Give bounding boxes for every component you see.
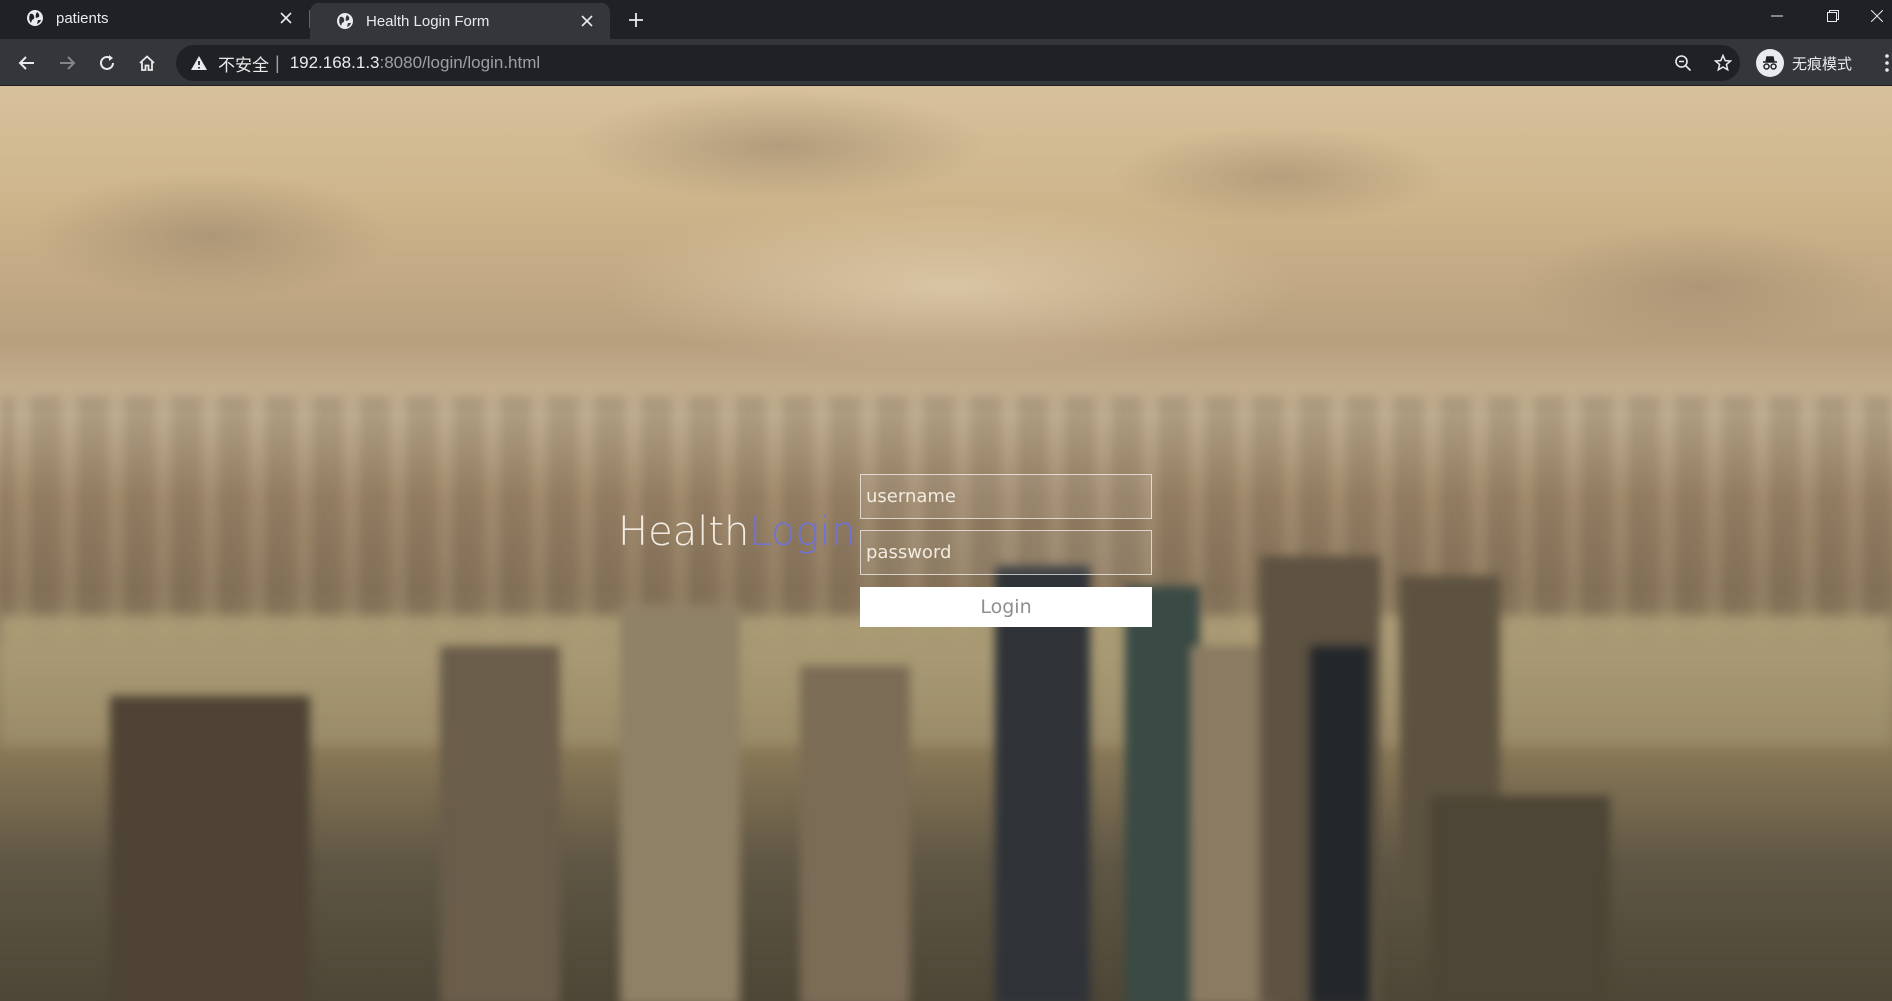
star-icon: [1714, 54, 1732, 72]
arrow-left-icon: [18, 56, 34, 70]
background-building: [1430, 796, 1610, 1001]
new-tab-button[interactable]: [622, 6, 650, 34]
zoom-button[interactable]: [1668, 48, 1698, 78]
minimize-button[interactable]: [1750, 0, 1804, 32]
reload-button[interactable]: [91, 47, 123, 79]
globe-icon: [27, 10, 43, 26]
reload-icon: [100, 55, 114, 70]
arrow-right-icon: [60, 56, 76, 70]
title-login: Login: [749, 509, 856, 555]
back-button[interactable]: [11, 47, 43, 79]
page-viewport: HealthLogin Login: [0, 86, 1892, 1001]
minimize-icon: [1771, 15, 1783, 17]
background-building: [620, 606, 740, 1001]
incognito-icon: [1756, 49, 1784, 77]
warning-icon: [191, 56, 207, 70]
bookmark-button[interactable]: [1708, 48, 1738, 78]
background-building: [995, 566, 1090, 1001]
close-window-button[interactable]: [1862, 0, 1892, 32]
background-building: [110, 696, 310, 1001]
tab-health-login-form[interactable]: Health Login Form: [310, 3, 610, 39]
incognito-label: 无痕模式: [1792, 54, 1853, 73]
globe-icon: [337, 13, 353, 29]
url-host: 192.168.1.3: [289, 53, 380, 72]
forward-button[interactable]: [51, 47, 83, 79]
restore-icon: [1827, 10, 1839, 22]
more-menu-icon[interactable]: [1882, 53, 1892, 73]
divider: |: [275, 52, 280, 73]
incognito-indicator[interactable]: 无痕模式: [1756, 45, 1852, 81]
background-building: [440, 646, 560, 1001]
background-building: [800, 666, 910, 1001]
tab-title: patients: [56, 9, 109, 27]
address-bar[interactable]: 不安全 | 192.168.1.3 :8080/login/login.html: [176, 45, 1740, 81]
home-button[interactable]: [131, 47, 163, 79]
tab-patients[interactable]: patients: [0, 0, 309, 36]
tab-strip: patients Health Login Form: [0, 0, 1892, 39]
plus-icon: [629, 13, 643, 27]
username-input[interactable]: [860, 474, 1152, 519]
password-input[interactable]: [860, 530, 1152, 575]
close-tab-icon[interactable]: [576, 10, 598, 32]
restore-button[interactable]: [1806, 0, 1860, 32]
login-button[interactable]: Login: [860, 587, 1152, 627]
login-title: HealthLogin: [618, 509, 856, 555]
close-tab-icon[interactable]: [275, 7, 297, 29]
close-icon: [1871, 10, 1883, 22]
url-path: :8080/login/login.html: [379, 53, 541, 72]
browser-toolbar: 不安全 | 192.168.1.3 :8080/login/login.html…: [0, 39, 1892, 86]
background-building: [1125, 586, 1200, 1001]
zoom-out-icon: [1675, 55, 1692, 72]
background-building: [1310, 646, 1370, 1001]
title-health: Health: [618, 509, 750, 555]
home-icon: [139, 55, 155, 71]
security-label: 不安全: [218, 55, 269, 76]
tab-title: Health Login Form: [366, 12, 490, 30]
